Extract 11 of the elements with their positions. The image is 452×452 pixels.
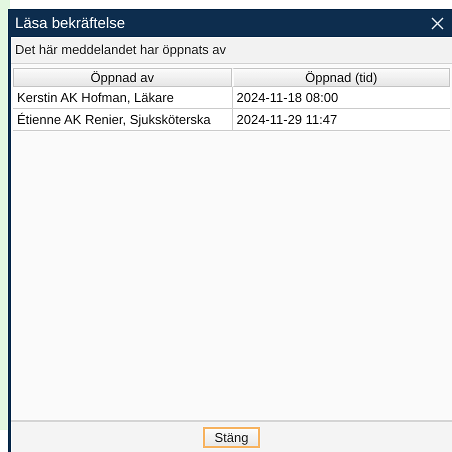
column-header[interactable]: Öppnad (tid)	[232, 68, 450, 87]
column-header[interactable]: Öppnad av	[13, 68, 232, 87]
table-cell: 2024-11-29 11:47	[232, 109, 450, 131]
table-cell: Kerstin AK Hofman, Läkare	[13, 87, 232, 109]
close-icon	[431, 16, 444, 30]
table-cell: Étienne AK Renier, Sjuksköterska	[13, 109, 232, 131]
close-button[interactable]	[429, 14, 446, 32]
window-title: Läsa bekräftelse	[15, 14, 126, 32]
table-cell: 2024-11-18 08:00	[232, 87, 450, 109]
close-dialog-button[interactable]: Stäng	[202, 426, 260, 448]
message-text: Det här meddelandet har öppnats av	[15, 42, 226, 57]
